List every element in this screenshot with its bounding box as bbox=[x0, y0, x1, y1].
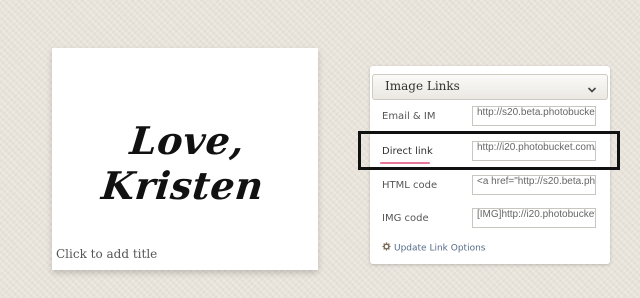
html-code-label: HTML code bbox=[382, 180, 438, 191]
img-code-label: IMG code bbox=[382, 213, 429, 224]
image-links-dropdown[interactable]: Image Links bbox=[372, 74, 608, 100]
chevron-down-icon bbox=[587, 80, 597, 99]
panel-title: Image Links bbox=[385, 79, 460, 93]
photo-title-placeholder[interactable]: Click to add title bbox=[56, 247, 157, 261]
photo-card: Love, Kristen Click to add title bbox=[52, 48, 318, 270]
update-link-options-link[interactable]: Update Link Options bbox=[382, 242, 485, 254]
html-code-field[interactable]: <a href="http://s20.beta.phc bbox=[472, 175, 596, 195]
email-im-field[interactable]: http://s20.beta.photobucket bbox=[472, 106, 596, 126]
update-link-options-label: Update Link Options bbox=[394, 243, 486, 254]
email-im-label: Email & IM bbox=[382, 111, 436, 122]
signature-image: Love, Kristen bbox=[99, 118, 266, 208]
gear-icon bbox=[382, 242, 391, 254]
direct-link-highlight-box bbox=[358, 131, 620, 170]
img-code-field[interactable]: [IMG]http://i20.photobucket.c bbox=[472, 208, 596, 228]
